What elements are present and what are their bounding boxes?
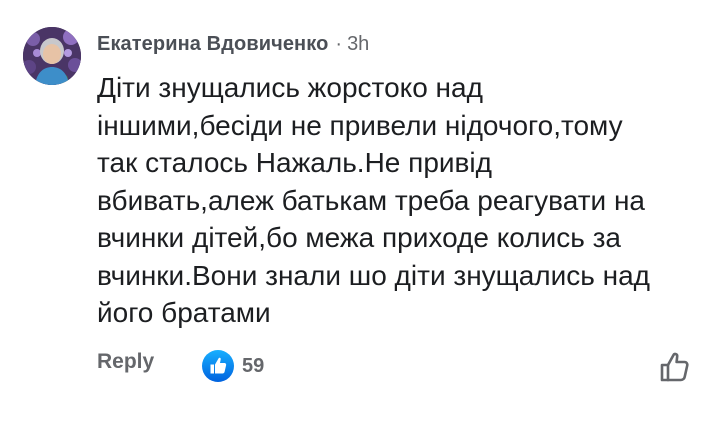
reaction-count: 59 <box>242 354 265 377</box>
like-button[interactable] <box>658 350 692 384</box>
thumbs-up-outline-icon <box>660 352 689 382</box>
timestamp[interactable]: 3h <box>347 33 369 56</box>
author-name[interactable]: Екатерина Вдовиченко <box>97 33 328 56</box>
comment-header: Екатерина Вдовиченко · 3h <box>97 30 369 58</box>
like-reaction-icon <box>200 348 236 384</box>
reaction-summary[interactable]: 59 <box>200 348 264 384</box>
separator-dot: · <box>335 32 343 55</box>
reply-button[interactable]: Reply <box>97 350 154 374</box>
avatar-image <box>23 27 81 85</box>
avatar[interactable] <box>23 27 81 85</box>
comment-text: Діти знущались жорстоко над іншими,бесід… <box>97 72 650 328</box>
